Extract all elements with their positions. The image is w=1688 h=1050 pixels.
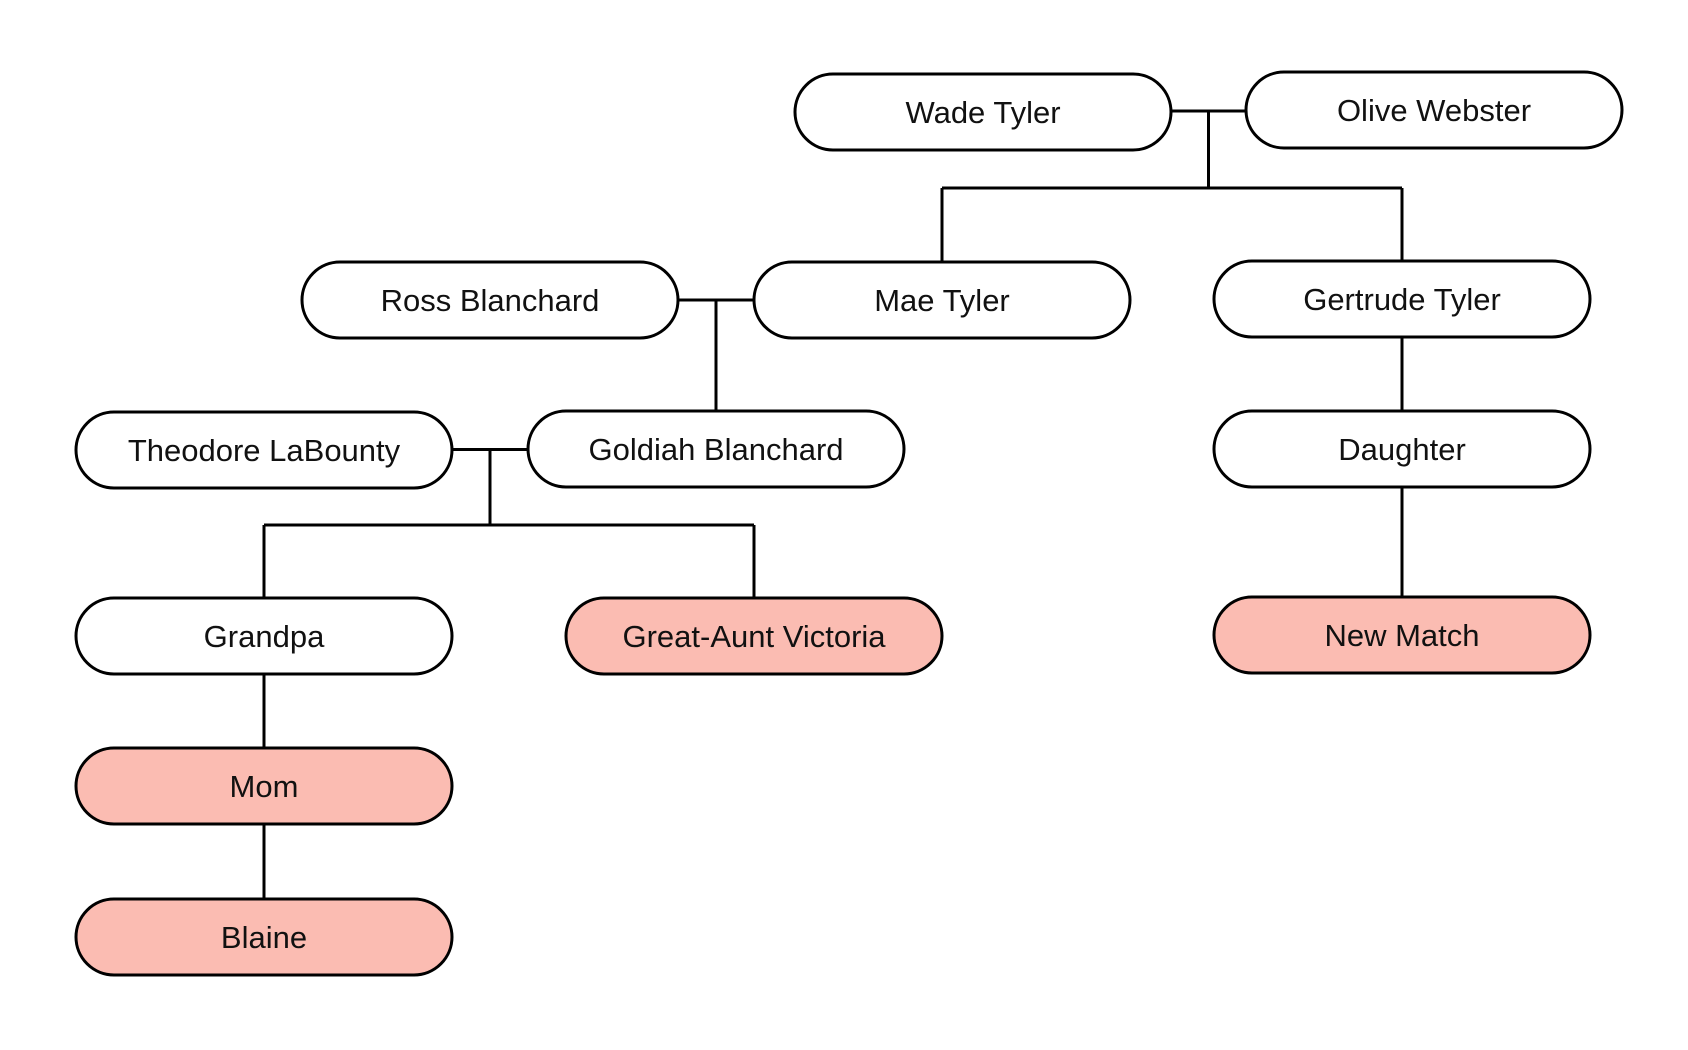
- node-label: Ross Blanchard: [381, 283, 600, 318]
- node-label: Grandpa: [204, 619, 325, 654]
- person-node-grandpa[interactable]: Grandpa: [74, 596, 454, 676]
- person-node-victoria[interactable]: Great-Aunt Victoria: [564, 596, 944, 676]
- node-label: Mae Tyler: [874, 283, 1010, 318]
- node-label: Olive Webster: [1337, 93, 1531, 128]
- node-label: Theodore LaBounty: [128, 433, 401, 468]
- person-node-gertrude[interactable]: Gertrude Tyler: [1212, 259, 1592, 339]
- node-label: Gertrude Tyler: [1303, 282, 1501, 317]
- person-node-daughter[interactable]: Daughter: [1212, 409, 1592, 489]
- person-node-goldiah[interactable]: Goldiah Blanchard: [526, 409, 906, 489]
- node-label: Blaine: [221, 920, 307, 955]
- person-node-blaine[interactable]: Blaine: [74, 897, 454, 977]
- person-node-theodore[interactable]: Theodore LaBounty: [74, 410, 454, 490]
- person-node-ross[interactable]: Ross Blanchard: [300, 260, 680, 340]
- node-label: New Match: [1324, 618, 1479, 653]
- family-tree-diagram: Wade Tyler Olive Webster Ross Blanchard Mae…: [74, 70, 1624, 977]
- person-node-mom[interactable]: Mom: [74, 746, 454, 826]
- node-label: Goldiah Blanchard: [588, 432, 843, 467]
- node-label: Mom: [230, 769, 299, 804]
- person-node-wade[interactable]: Wade Tyler: [793, 72, 1173, 152]
- person-node-mae[interactable]: Mae Tyler: [752, 260, 1132, 340]
- person-node-newmatch[interactable]: New Match: [1212, 595, 1592, 675]
- node-label: Daughter: [1338, 432, 1466, 467]
- person-node-olive[interactable]: Olive Webster: [1244, 70, 1624, 150]
- node-label: Great-Aunt Victoria: [622, 619, 886, 654]
- node-label: Wade Tyler: [905, 95, 1060, 130]
